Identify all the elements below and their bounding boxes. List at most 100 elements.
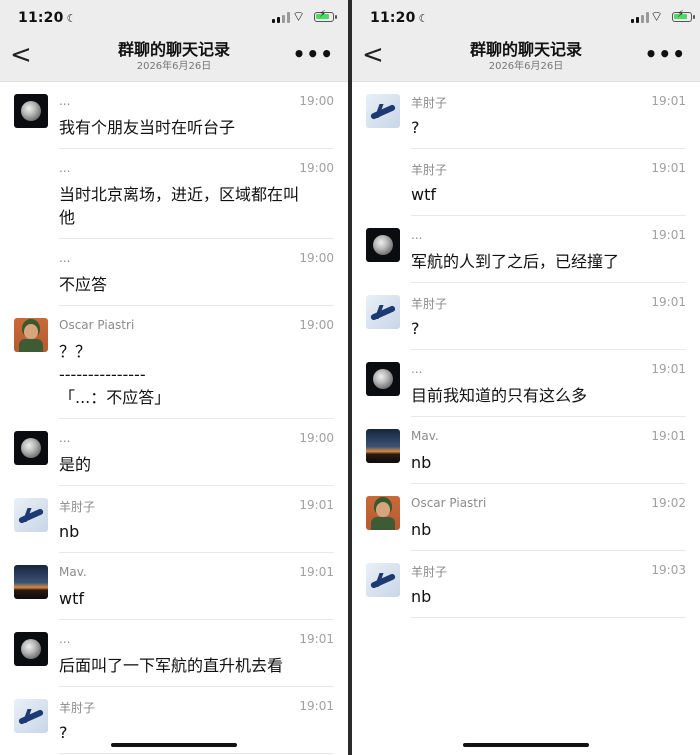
- status-time: 11:20 ☾: [18, 10, 77, 26]
- message-text: nb: [411, 451, 680, 474]
- row-divider: [59, 753, 334, 754]
- sender-name: ...: [59, 431, 71, 445]
- message-time: 19:00: [299, 318, 334, 332]
- message-row[interactable]: Mav. 19:01 nb: [352, 417, 700, 484]
- message-row[interactable]: ... 19:00 当时北京离场，进近，区域都在叫他: [0, 149, 348, 239]
- more-icon[interactable]: •••: [293, 42, 334, 66]
- message-line: ?: [411, 319, 420, 338]
- message-line: 军航的人到了之后，已经撞了: [411, 252, 620, 271]
- message-time: 19:01: [651, 295, 686, 309]
- message-line: wtf: [411, 185, 436, 204]
- message-text: ？？ --------------- 「...：不应答」: [59, 340, 328, 409]
- message-time: 19:01: [651, 161, 686, 175]
- message-text: wtf: [411, 183, 680, 206]
- message-line: ---------------: [59, 365, 146, 384]
- dusk-avatar[interactable]: [366, 429, 400, 463]
- moon-avatar[interactable]: [366, 228, 400, 262]
- wifi-icon: ⌔: [650, 9, 664, 25]
- nav-bar: < 群聊的聊天记录 2026年6月26日 •••: [352, 36, 700, 82]
- message-row[interactable]: 羊肘子 19:01?: [352, 82, 700, 149]
- plane-avatar[interactable]: [14, 498, 48, 532]
- message-text: 军航的人到了之后，已经撞了: [411, 250, 680, 273]
- status-time: 11:20 ☾: [370, 10, 429, 26]
- more-icon[interactable]: •••: [645, 42, 686, 66]
- message-time: 19:01: [299, 699, 334, 713]
- message-text: nb: [59, 520, 328, 543]
- sender-name: 羊肘子: [411, 96, 448, 110]
- message-row[interactable]: ... 19:01 后面叫了一下军航的直升机去看: [0, 620, 348, 687]
- sender-name: Mav.: [59, 565, 87, 579]
- message-text: 不应答: [59, 273, 328, 296]
- plane-avatar[interactable]: [366, 94, 400, 128]
- message-row[interactable]: 羊肘子 19:01?: [352, 283, 700, 350]
- sender-name: 羊肘子: [411, 163, 448, 177]
- moon-avatar[interactable]: [14, 632, 48, 666]
- message-time: 19:00: [299, 161, 334, 175]
- back-icon[interactable]: <: [362, 42, 384, 68]
- message-line: 他: [59, 208, 76, 227]
- message-text: 是的: [59, 453, 328, 476]
- moon-avatar[interactable]: [366, 362, 400, 396]
- message-text: 后面叫了一下军航的直升机去看: [59, 654, 328, 677]
- message-row[interactable]: Mav. 19:01 wtf: [0, 553, 348, 620]
- home-indicator: [111, 743, 237, 747]
- message-line: nb: [411, 587, 432, 606]
- battery-icon: ⚡: [672, 9, 695, 22]
- message-line: 目前我知道的只有这么多: [411, 386, 588, 405]
- message-text: ?: [59, 721, 328, 744]
- message-line: 「...：不应答」: [59, 388, 171, 407]
- status-bar: 11:20 ☾ ⌔ ⚡: [0, 0, 348, 36]
- plane-avatar[interactable]: [14, 699, 48, 733]
- plane-avatar[interactable]: [366, 563, 400, 597]
- right-phone-screen: 11:20 ☾ ⌔ ⚡ < 群聊的聊天记录 2026年6月26日 ••• 羊肘子 1…: [352, 0, 700, 755]
- sender-name: ...: [59, 161, 71, 175]
- message-row[interactable]: 羊肘子 19:01 nb: [0, 486, 348, 553]
- message-line: ?: [411, 118, 420, 137]
- message-row[interactable]: ... 19:00 是的: [0, 419, 348, 486]
- sender-name: 羊肘子: [59, 500, 96, 514]
- message-line: 后面叫了一下军航的直升机去看: [59, 656, 284, 675]
- message-list[interactable]: ... 19:00 我有个朋友当时在听台子... 19:00 当时北京离场，进近，区域都…: [0, 82, 348, 754]
- message-text: 当时北京离场，进近，区域都在叫他: [59, 183, 328, 229]
- dusk-avatar[interactable]: [14, 565, 48, 599]
- sender-name: Oscar Piastri: [59, 318, 135, 332]
- message-row[interactable]: 羊肘子 19:03 nb: [352, 551, 700, 618]
- message-row[interactable]: ... 19:01 军航的人到了之后，已经撞了: [352, 216, 700, 283]
- sender-name: ...: [59, 251, 71, 265]
- message-row[interactable]: Oscar Piastri 19:02 nb: [352, 484, 700, 551]
- message-line: ?: [59, 723, 68, 742]
- sender-name: ...: [411, 228, 423, 242]
- moon-icon: ☾: [66, 12, 77, 25]
- message-line: 是的: [59, 455, 92, 474]
- soldier-avatar[interactable]: [366, 496, 400, 530]
- message-row[interactable]: Oscar Piastri 19:00 ？？ --------------- 「...：…: [0, 306, 348, 419]
- message-text: 我有个朋友当时在听台子: [59, 116, 328, 139]
- message-text: 目前我知道的只有这么多: [411, 384, 680, 407]
- message-row[interactable]: ... 19:00 我有个朋友当时在听台子: [0, 82, 348, 149]
- cellular-signal-icon: [272, 12, 290, 23]
- sender-name: 羊肘子: [411, 565, 448, 579]
- sender-name: 羊肘子: [411, 297, 448, 311]
- sender-name: ...: [59, 632, 71, 646]
- left-phone-screen: 11:20 ☾ ⌔ ⚡ < 群聊的聊天记录 2026年6月26日 ••• ... 1…: [0, 0, 348, 755]
- message-time: 19:00: [299, 251, 334, 265]
- message-line: wtf: [59, 589, 84, 608]
- message-row[interactable]: 羊肘子 19:01 wtf: [352, 149, 700, 216]
- soldier-avatar[interactable]: [14, 318, 48, 352]
- row-divider: [411, 617, 686, 618]
- message-line: nb: [59, 522, 80, 541]
- sender-name: 羊肘子: [59, 701, 96, 715]
- moon-avatar[interactable]: [14, 94, 48, 128]
- moon-avatar[interactable]: [14, 431, 48, 465]
- screenshot-pair: 11:20 ☾ ⌔ ⚡ < 群聊的聊天记录 2026年6月26日 ••• ... 1…: [0, 0, 700, 755]
- message-line: ？？: [59, 342, 92, 361]
- message-row[interactable]: ... 19:01 目前我知道的只有这么多: [352, 350, 700, 417]
- plane-avatar[interactable]: [366, 295, 400, 329]
- message-time: 19:01: [299, 498, 334, 512]
- back-icon[interactable]: <: [10, 42, 32, 68]
- message-text: nb: [411, 518, 680, 541]
- nav-bar: < 群聊的聊天记录 2026年6月26日 •••: [0, 36, 348, 82]
- message-row[interactable]: ... 19:00 不应答: [0, 239, 348, 306]
- message-time: 19:01: [651, 228, 686, 242]
- message-list[interactable]: 羊肘子 19:01? 羊肘子 19:01 wtf... 19:01 军航的人到了之后，已经撞…: [352, 82, 700, 618]
